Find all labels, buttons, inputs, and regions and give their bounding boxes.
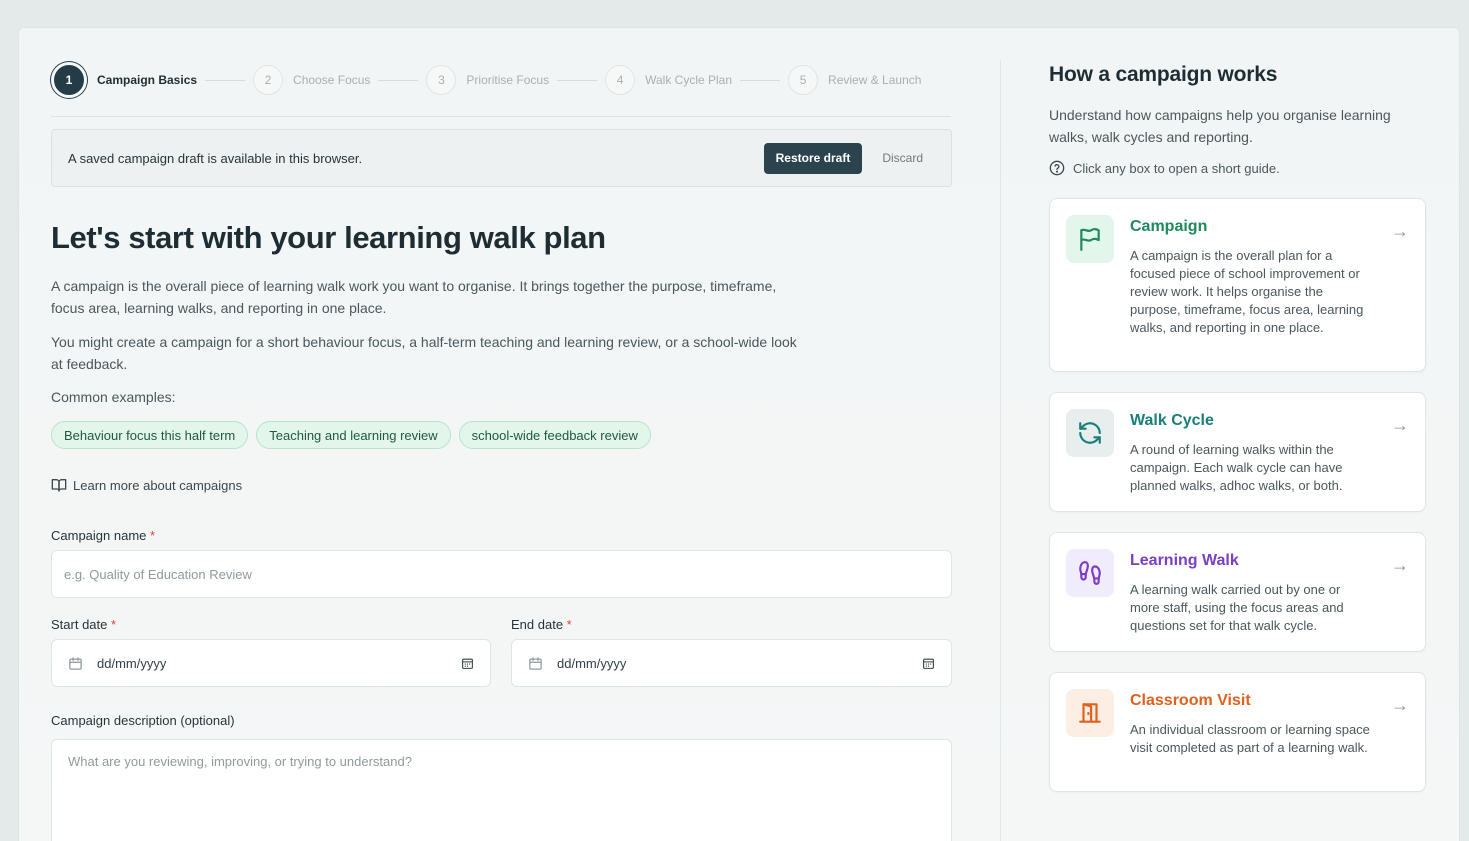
card-title: Classroom Visit <box>1130 692 1251 709</box>
learn-more-link[interactable]: Learn more about campaigns <box>51 477 242 493</box>
draft-notice: A saved campaign draft is available in t… <box>51 129 952 187</box>
intro-paragraph: A campaign is the overall piece of learn… <box>51 278 777 316</box>
required-mark: * <box>150 528 156 543</box>
guide-card-walk-cycle[interactable]: Walk Cycle A round of learning walks wit… <box>1049 392 1426 512</box>
column-divider <box>1000 60 1001 841</box>
step-number: 4 <box>605 65 636 95</box>
step-choose-focus[interactable]: 2 Choose Focus <box>253 65 370 95</box>
start-date-value: dd/mm/yyyy <box>97 655 167 671</box>
card-title: Walk Cycle <box>1130 412 1214 429</box>
start-date-label: Start date * <box>51 617 116 632</box>
step-number: 3 <box>426 65 457 95</box>
step-label: Review & Launch <box>828 73 922 87</box>
step-number: 2 <box>253 65 284 95</box>
label-text: Start date <box>51 617 108 632</box>
arrow-right-icon: → <box>1391 415 1409 435</box>
learn-more-label: Learn more about campaigns <box>73 477 243 493</box>
restore-draft-button[interactable]: Restore draft <box>763 142 863 174</box>
step-connector <box>205 79 246 81</box>
footprints-icon <box>1066 549 1114 597</box>
examples-paragraph: You might create a campaign for a short … <box>51 334 797 372</box>
step-connector <box>378 79 419 81</box>
guide-card-learning-walk[interactable]: Learning Walk A learning walk carried ou… <box>1049 532 1426 652</box>
example-chip[interactable]: school-wide feedback review <box>458 421 651 449</box>
sidebar-title: How a campaign works <box>1049 63 1278 86</box>
step-review-launch[interactable]: 5 Review & Launch <box>788 65 921 95</box>
card-description: A learning walk carried out by one or mo… <box>1130 582 1344 633</box>
start-date-input[interactable]: dd/mm/yyyy <box>51 639 491 687</box>
page-title: Let's start with your learning walk plan <box>51 220 606 255</box>
step-label: Walk Cycle Plan <box>645 73 733 87</box>
step-connector <box>740 79 781 81</box>
step-label: Campaign Basics <box>97 73 198 87</box>
card-title: Campaign <box>1130 218 1208 235</box>
draft-notice-text: A saved campaign draft is available in t… <box>68 150 363 166</box>
refresh-icon <box>1066 409 1114 457</box>
sidebar-hint: Click any box to open a short guide. <box>1049 160 1280 176</box>
description-placeholder: What are you reviewing, improving, or tr… <box>68 754 412 769</box>
calendar-icon <box>69 656 82 670</box>
arrow-right-icon: → <box>1391 695 1409 715</box>
wizard-stepper: 1 Campaign Basics 2 Choose Focus 3 Prior… <box>51 62 951 98</box>
flag-icon <box>1066 215 1114 263</box>
door-icon <box>1066 689 1114 737</box>
arrow-right-icon: → <box>1391 221 1409 241</box>
guide-card-campaign[interactable]: Campaign A campaign is the overall plan … <box>1049 198 1426 372</box>
step-number: 1 <box>51 62 87 98</box>
required-mark: * <box>111 617 117 632</box>
card-description: An individual classroom or learning spac… <box>1130 722 1370 755</box>
required-mark: * <box>566 617 572 632</box>
step-prioritise-focus[interactable]: 3 Prioritise Focus <box>426 65 549 95</box>
label-text: End date <box>511 617 564 632</box>
calendar-icon <box>529 656 542 670</box>
example-chip[interactable]: Teaching and learning review <box>256 421 451 449</box>
calendar-picker-icon[interactable] <box>461 657 474 670</box>
examples-label: Common examples: <box>51 389 176 405</box>
guide-card-classroom-visit[interactable]: Classroom Visit An individual classroom … <box>1049 672 1426 792</box>
description-label: Campaign description (optional) <box>51 713 235 728</box>
step-connector <box>557 79 598 81</box>
sidebar-subtitle: Understand how campaigns help you organi… <box>1049 107 1391 145</box>
card-description: A round of learning walks within the cam… <box>1130 442 1343 493</box>
step-number: 5 <box>788 65 819 95</box>
step-label: Prioritise Focus <box>466 73 550 87</box>
step-walk-cycle-plan[interactable]: 4 Walk Cycle Plan <box>605 65 732 95</box>
end-date-value: dd/mm/yyyy <box>557 655 627 671</box>
calendar-picker-icon[interactable] <box>922 657 935 670</box>
end-date-label: End date * <box>511 617 572 632</box>
stepper-divider <box>51 116 951 117</box>
description-textarea[interactable]: What are you reviewing, improving, or tr… <box>51 739 952 841</box>
card-description: A campaign is the overall plan for a foc… <box>1130 248 1364 335</box>
book-open-icon <box>51 479 67 492</box>
arrow-right-icon: → <box>1391 555 1409 575</box>
campaign-name-placeholder: e.g. Quality of Education Review <box>64 566 252 582</box>
help-circle-icon <box>1049 160 1065 176</box>
label-text: Campaign name <box>51 528 147 543</box>
example-chips: Behaviour focus this half term Teaching … <box>51 421 651 449</box>
sidebar-hint-text: Click any box to open a short guide. <box>1073 160 1280 176</box>
end-date-input[interactable]: dd/mm/yyyy <box>511 639 952 687</box>
step-campaign-basics[interactable]: 1 Campaign Basics <box>51 62 197 98</box>
step-label: Choose Focus <box>293 73 371 87</box>
card-title: Learning Walk <box>1130 552 1239 569</box>
campaign-name-label: Campaign name * <box>51 528 155 543</box>
example-chip[interactable]: Behaviour focus this half term <box>51 421 249 449</box>
discard-draft-button[interactable]: Discard <box>882 151 923 165</box>
campaign-name-input[interactable]: e.g. Quality of Education Review <box>51 550 952 598</box>
